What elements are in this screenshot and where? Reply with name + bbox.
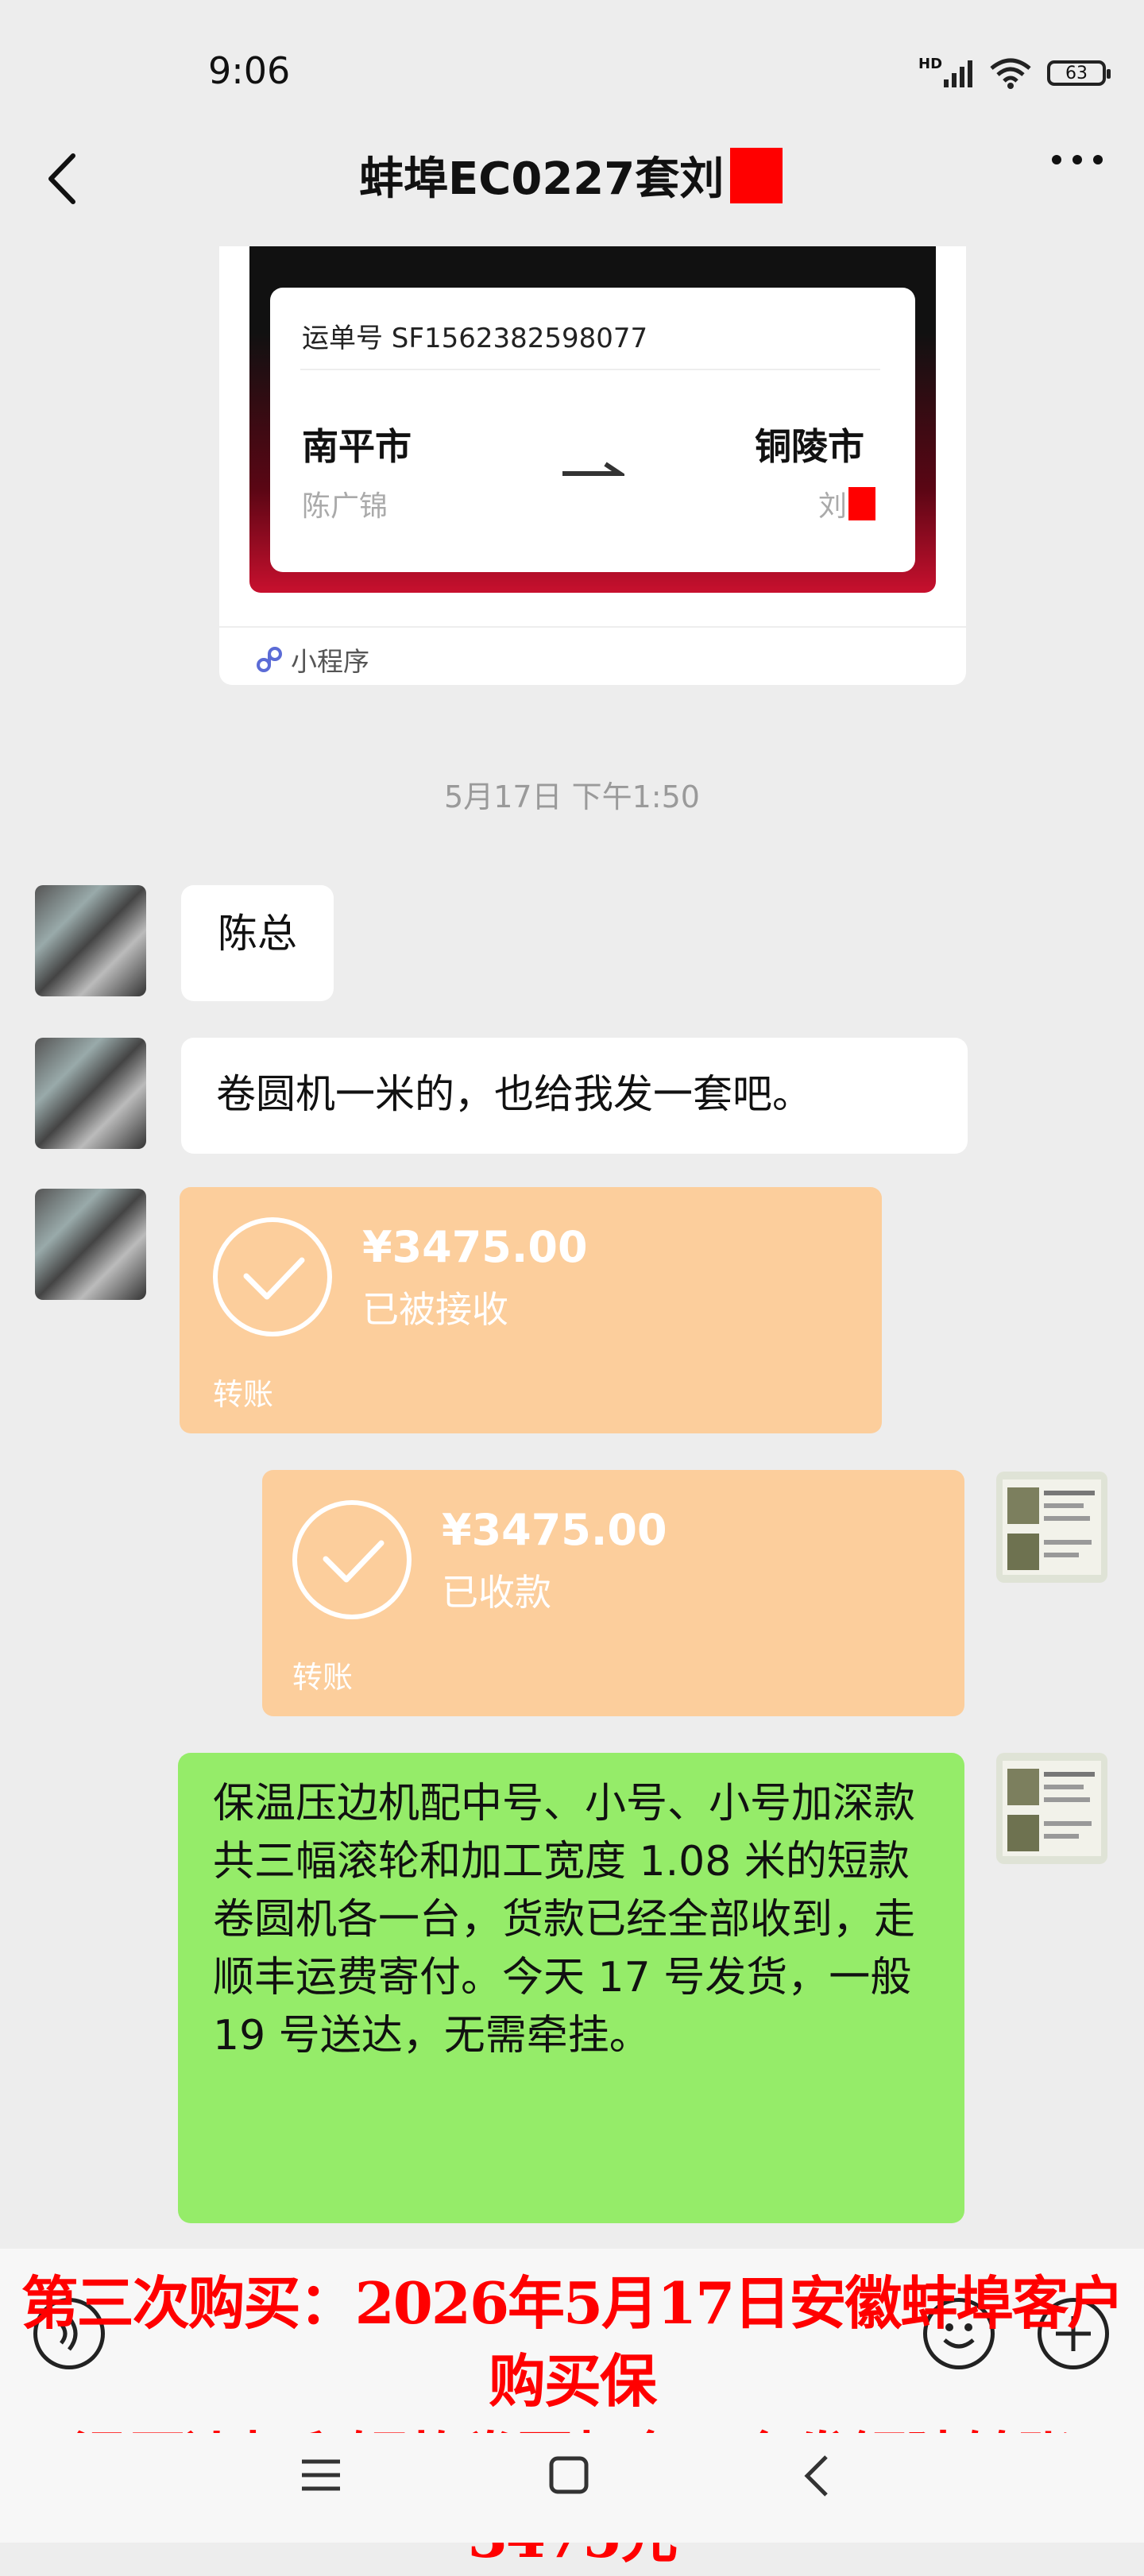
my-avatar[interactable]	[996, 1472, 1107, 1583]
back-icon	[48, 153, 75, 204]
battery-level: 63	[1065, 63, 1088, 83]
receiver-name-text: 刘	[818, 490, 848, 523]
mini-program-divider	[219, 626, 966, 628]
wifi-icon	[990, 58, 1031, 89]
transfer-label: 转账	[292, 1660, 354, 1695]
route-arrow-icon	[561, 459, 628, 482]
menu-icon	[302, 2459, 340, 2491]
my-avatar[interactable]	[996, 1753, 1107, 1864]
battery-indicator: 63	[1047, 60, 1111, 86]
transfer-card-received[interactable]: ¥3475.00 已被接收 转账	[180, 1187, 882, 1433]
message-bubble-outgoing[interactable]: 保温压边机配中号、小号、小号加深款共三幅滚轮和加工宽度 1.08 米的短款卷圆机…	[178, 1753, 964, 2223]
status-time: 9:06	[208, 49, 291, 92]
origin-city: 南平市	[302, 425, 412, 468]
chat-title-text: 蚌埠EC0227套刘	[359, 153, 725, 205]
transfer-status: 已收款	[442, 1571, 551, 1614]
more-button[interactable]	[1052, 155, 1103, 164]
sender-name: 陈广锦	[302, 490, 388, 523]
contact-avatar[interactable]	[35, 1038, 146, 1149]
nav-back-button[interactable]	[798, 2454, 837, 2501]
message-bubble[interactable]: 卷圆机一米的，也给我发一套吧。	[181, 1038, 968, 1154]
waybill-divider	[300, 369, 880, 370]
more-icon-dot	[1093, 155, 1103, 164]
receiver-redaction	[848, 487, 876, 520]
contact-avatar[interactable]	[35, 885, 146, 996]
mini-program-link-icon	[257, 647, 282, 672]
more-icon-dot	[1072, 155, 1082, 164]
transfer-amount: ¥3475.00	[442, 1505, 667, 1555]
mini-program-source: 小程序	[254, 640, 369, 679]
check-icon	[292, 1500, 412, 1619]
receiver-name: 刘	[818, 483, 876, 524]
nav-back-icon	[804, 2455, 828, 2497]
transfer-card-accepted[interactable]: ¥3475.00 已收款 转账	[262, 1470, 964, 1716]
home-icon	[549, 2456, 589, 2494]
chat-title: 蚌埠EC0227套刘	[359, 143, 783, 207]
transfer-amount: ¥3475.00	[362, 1222, 588, 1272]
message-timestamp: 5月17日 下午1:50	[444, 779, 700, 814]
back-button[interactable]	[41, 151, 89, 207]
overlay-caption-line1: 第三次购买：2026年5月17日安徽蚌埠客户购买保	[21, 2269, 1125, 2415]
waybill-number: 运单号 SF1562382598077	[302, 323, 648, 354]
home-button[interactable]	[547, 2455, 591, 2498]
transfer-status: 已被接收	[362, 1288, 508, 1331]
check-icon	[213, 1217, 332, 1336]
menu-button[interactable]	[299, 2455, 343, 2498]
message-bubble[interactable]: 陈总	[181, 885, 334, 1001]
destination-city: 铜陵市	[755, 425, 864, 468]
more-icon	[1052, 155, 1061, 164]
status-icons: HD 63	[918, 57, 1111, 89]
transfer-label: 转账	[213, 1377, 274, 1412]
name-redaction	[730, 147, 783, 203]
mini-program-label: 小程序	[291, 646, 369, 677]
signal-icon: HD	[918, 57, 974, 89]
contact-avatar[interactable]	[35, 1189, 146, 1300]
